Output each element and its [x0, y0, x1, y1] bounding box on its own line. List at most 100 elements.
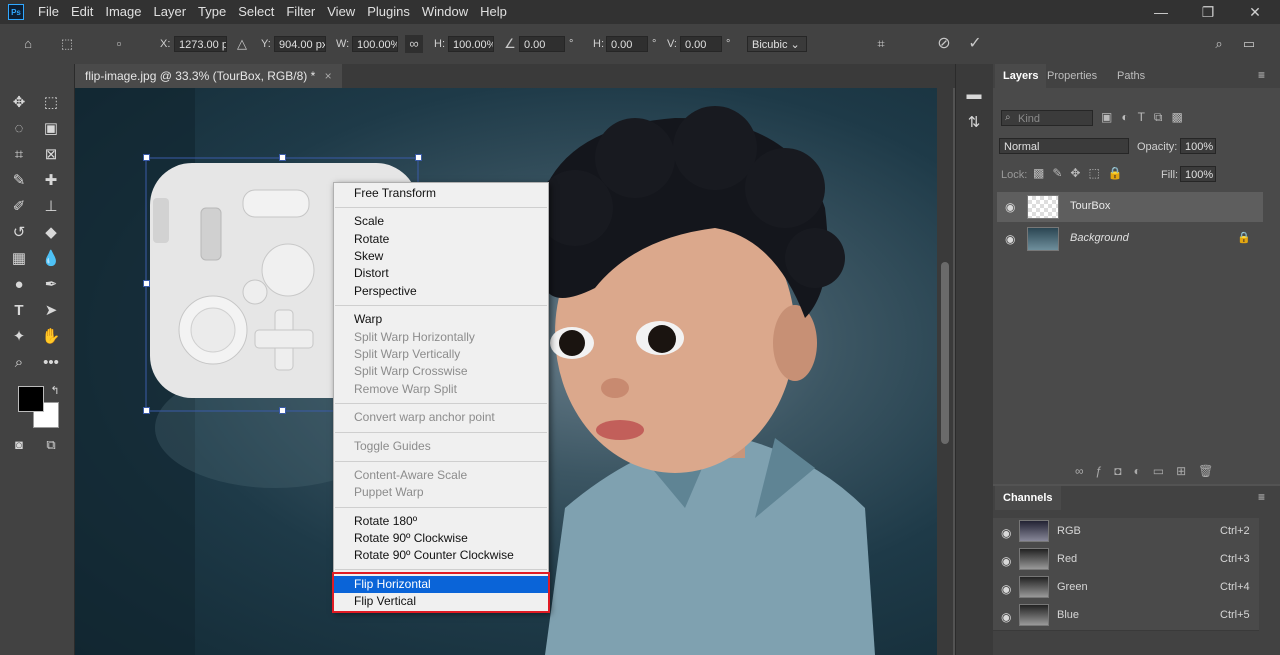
menu-distort[interactable]: Distort [334, 265, 548, 282]
menu-help[interactable]: Help [474, 0, 513, 24]
close-tab-icon[interactable]: × [325, 69, 332, 83]
menu-layer[interactable]: Layer [148, 0, 193, 24]
hskew-field[interactable]: 0.00 [606, 36, 648, 52]
blend-mode-select[interactable]: Normal [999, 138, 1129, 154]
menu-file[interactable]: File [32, 0, 65, 24]
minimize-button[interactable]: — [1138, 0, 1184, 24]
x-field[interactable]: 1273.00 p [174, 36, 227, 52]
lasso-tool-icon[interactable]: ◌ [8, 118, 30, 140]
visibility-eye-icon[interactable]: ◉ [1005, 200, 1021, 214]
document-tab[interactable]: flip-image.jpg @ 33.3% (TourBox, RGB/8) … [75, 64, 342, 88]
shape-tool-icon[interactable]: ✦ [8, 326, 30, 348]
width-field[interactable]: 100.00% [352, 36, 398, 52]
channel-row-blue[interactable]: ◉ Blue Ctrl+5 [993, 602, 1259, 631]
height-field[interactable]: 100.00% [448, 36, 494, 52]
reference-point-icon[interactable]: ▫ [110, 35, 128, 53]
warp-mode-icon[interactable]: ⌗ [872, 35, 890, 53]
delta-icon[interactable]: △ [233, 35, 251, 53]
history-brush-tool-icon[interactable]: ↺ [8, 222, 30, 244]
menu-skew[interactable]: Skew [334, 248, 548, 265]
interpolation-select[interactable]: Bicubic ⌄ [747, 36, 807, 52]
comments-icon[interactable]: ▬ [963, 84, 985, 106]
menu-window[interactable]: Window [416, 0, 474, 24]
foreground-color-swatch[interactable] [18, 386, 44, 412]
transform-handle-bl[interactable] [143, 407, 150, 414]
brush-tool-icon[interactable]: ✐ [8, 196, 30, 218]
frame-tool-icon[interactable]: ⊠ [40, 144, 62, 166]
quick-mask-icon[interactable]: ◙ [8, 434, 30, 456]
move-tool-icon[interactable]: ✥ [8, 92, 30, 114]
channel-row-red[interactable]: ◉ Red Ctrl+3 [993, 546, 1259, 575]
transform-handle-tl[interactable] [143, 154, 150, 161]
menu-image[interactable]: Image [99, 0, 147, 24]
workspace-icon[interactable]: ▭ [1240, 35, 1258, 53]
transform-handle-bm[interactable] [279, 407, 286, 414]
transform-handle-ml[interactable] [143, 280, 150, 287]
blur-tool-icon[interactable]: 💧 [40, 248, 62, 270]
crop-tool-icon[interactable]: ⌗ [8, 144, 30, 166]
channel-row-green[interactable]: ◉ Green Ctrl+4 [993, 574, 1259, 603]
visibility-eye-icon[interactable]: ◉ [1001, 582, 1017, 596]
transform-handle-tr[interactable] [415, 154, 422, 161]
layer-row-tourbox[interactable]: ◉ TourBox [997, 192, 1263, 222]
eraser-tool-icon[interactable]: ◆ [40, 222, 62, 244]
cancel-transform-icon[interactable]: ⊘ [935, 35, 953, 53]
layer-filter-icons[interactable]: ▣◐T⧉▩ [1101, 110, 1192, 125]
pen-tool-icon[interactable]: ✒ [40, 274, 62, 296]
menu-rotate-180[interactable]: Rotate 180º [334, 513, 548, 530]
link-icon[interactable]: ∞ [405, 35, 423, 53]
transform-handle-tm[interactable] [279, 154, 286, 161]
layer-actions-icons[interactable]: ∞ƒ◘◐▭⊞🗑 [1075, 464, 1225, 478]
menu-plugins[interactable]: Plugins [361, 0, 416, 24]
more-tools-icon[interactable]: ••• [40, 352, 62, 374]
commit-transform-icon[interactable]: ✓ [966, 35, 984, 53]
object-select-tool-icon[interactable]: ▣ [40, 118, 62, 140]
menu-rotate-90-ccw[interactable]: Rotate 90º Counter Clockwise [334, 547, 548, 564]
visibility-eye-icon[interactable]: ◉ [1001, 554, 1017, 568]
menu-perspective[interactable]: Perspective [334, 283, 548, 300]
type-tool-icon[interactable]: T [8, 300, 30, 322]
healing-brush-tool-icon[interactable]: ✚ [40, 170, 62, 192]
fill-field[interactable]: 100% [1180, 166, 1216, 182]
y-field[interactable]: 904.00 px [274, 36, 326, 52]
marquee-tool-icon[interactable]: ⬚ [40, 92, 62, 114]
tab-channels[interactable]: Channels [995, 486, 1061, 510]
panel-menu-icon[interactable]: ≡ [1258, 490, 1265, 504]
restore-button[interactable]: ❐ [1185, 0, 1231, 24]
path-selection-tool-icon[interactable]: ➤ [40, 300, 62, 322]
panel-menu-icon[interactable]: ≡ [1258, 68, 1265, 82]
eyedropper-tool-icon[interactable]: ✎ [8, 170, 30, 192]
dodge-tool-icon[interactable]: ● [8, 274, 30, 296]
search-icon[interactable]: ⌕ [1210, 35, 1228, 53]
menu-free-transform[interactable]: Free Transform [334, 185, 548, 202]
menu-warp[interactable]: Warp [334, 311, 548, 328]
close-window-button[interactable]: ✕ [1232, 0, 1278, 24]
menu-edit[interactable]: Edit [65, 0, 99, 24]
menu-scale[interactable]: Scale [334, 213, 548, 230]
visibility-eye-icon[interactable]: ◉ [1005, 232, 1021, 246]
menu-rotate[interactable]: Rotate [334, 231, 548, 248]
channel-row-rgb[interactable]: ◉ RGB Ctrl+2 [993, 518, 1259, 547]
menu-filter[interactable]: Filter [280, 0, 321, 24]
menu-type[interactable]: Type [192, 0, 232, 24]
swap-colors-icon[interactable]: ↰ [44, 380, 66, 402]
menu-view[interactable]: View [321, 0, 361, 24]
angle-field[interactable]: 0.00 [519, 36, 565, 52]
menu-select[interactable]: Select [232, 0, 280, 24]
hand-tool-icon[interactable]: ✋ [40, 326, 62, 348]
layer-filter-field[interactable]: Kind [1001, 110, 1093, 126]
screen-mode-icon[interactable]: ⧉ [40, 434, 62, 456]
gradient-tool-icon[interactable]: ▦ [8, 248, 30, 270]
clone-stamp-tool-icon[interactable]: ⊥ [40, 196, 62, 218]
lock-icons[interactable]: ▩✎✥⬚🔒 [1033, 166, 1131, 180]
tab-properties[interactable]: Properties [1039, 64, 1105, 88]
opacity-field[interactable]: 100% [1180, 138, 1216, 154]
home-icon[interactable]: ⌂ [19, 35, 37, 53]
zoom-tool-icon[interactable]: ⌕ [8, 352, 30, 374]
scrollbar-thumb[interactable] [941, 262, 949, 444]
vskew-field[interactable]: 0.00 [680, 36, 722, 52]
visibility-eye-icon[interactable]: ◉ [1001, 610, 1017, 624]
tab-paths[interactable]: Paths [1109, 64, 1153, 88]
menu-rotate-90-cw[interactable]: Rotate 90º Clockwise [334, 530, 548, 547]
layer-row-background[interactable]: ◉ Background 🔒 [997, 224, 1263, 254]
